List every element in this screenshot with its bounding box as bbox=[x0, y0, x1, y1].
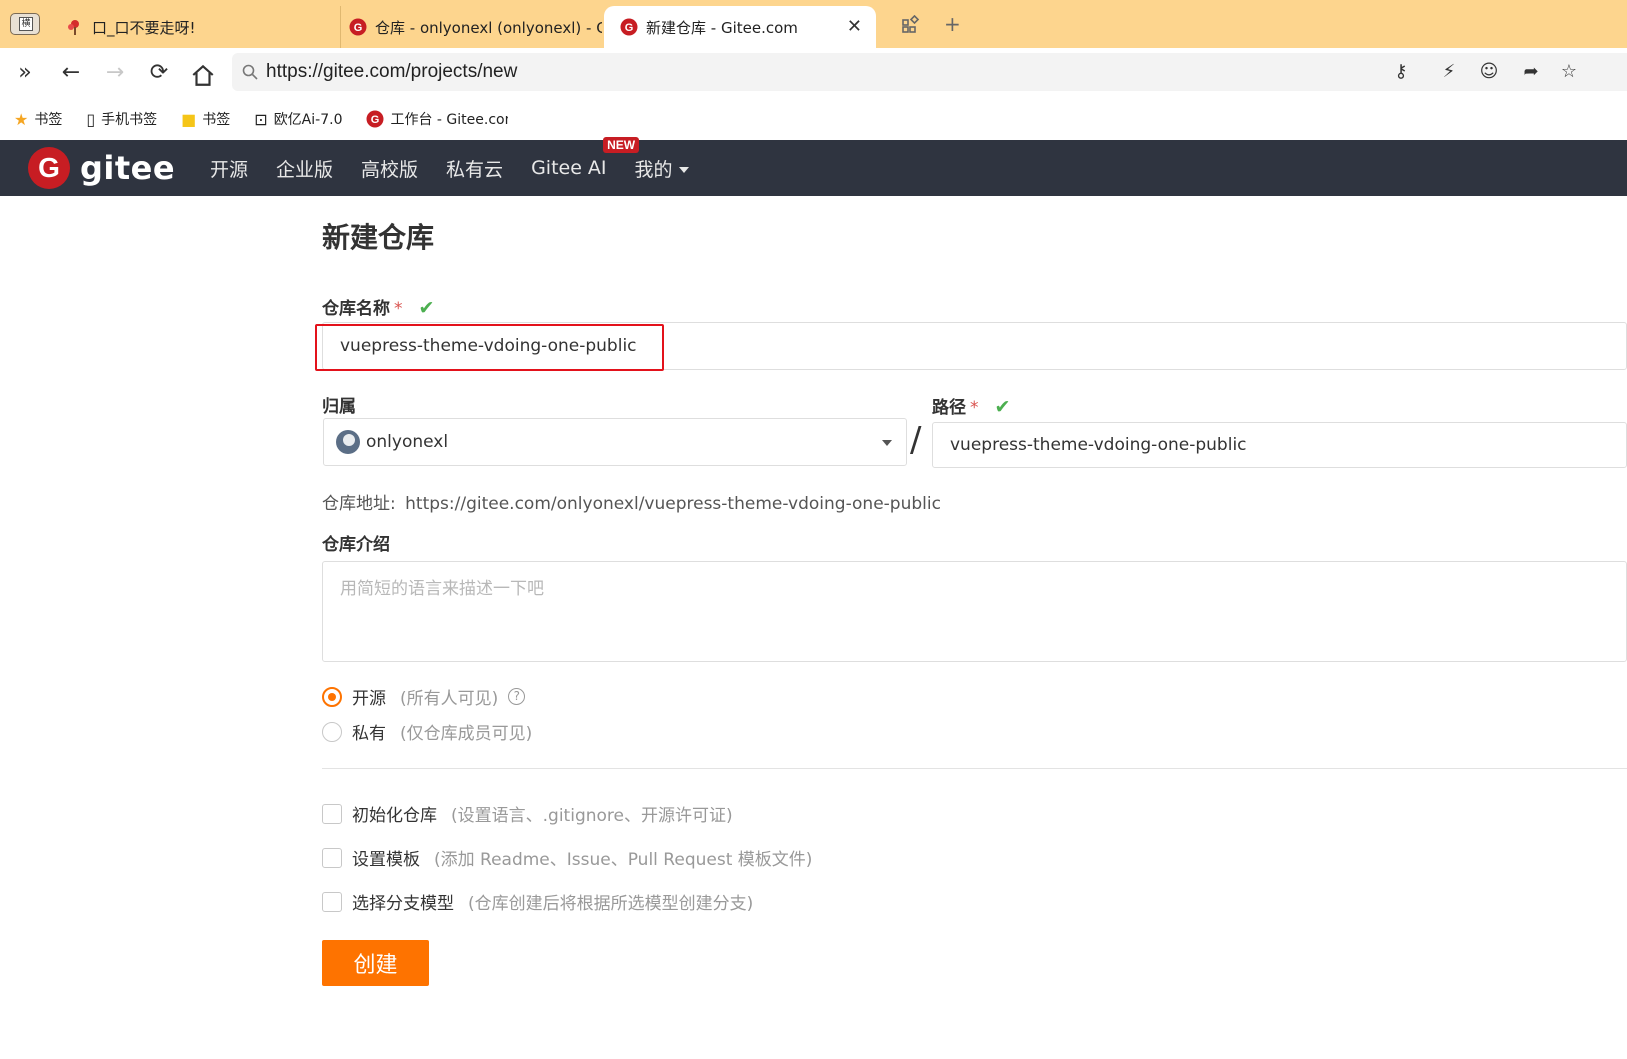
gitee-favicon-icon: G bbox=[620, 18, 638, 36]
check-icon: ✔ bbox=[994, 396, 1011, 418]
path-label: 路径 * ✔ bbox=[932, 396, 1011, 418]
key-icon[interactable]: ⚷ bbox=[1390, 61, 1412, 83]
extension-icon[interactable]: ☺ bbox=[1478, 61, 1500, 83]
star-icon[interactable]: ☆ bbox=[1558, 61, 1580, 83]
svg-text:G: G bbox=[354, 22, 363, 34]
share-icon[interactable]: ➦ bbox=[1520, 61, 1542, 83]
path-input[interactable]: vuepress-theme-vdoing-one-public bbox=[932, 422, 1627, 468]
owner-label: 归属 bbox=[322, 397, 356, 417]
sidebar-toggle-icon: 横 bbox=[19, 17, 33, 31]
gitee-favicon-icon: G bbox=[349, 18, 367, 36]
tab-title: 新建仓库 - Gitee.com bbox=[646, 18, 798, 37]
required-mark: * bbox=[394, 299, 403, 319]
help-icon[interactable]: ? bbox=[508, 688, 526, 705]
bookmark-item[interactable]: ⊡ 欧亿Ai-7.0 bbox=[254, 109, 342, 129]
gitee-logo-mark: G bbox=[28, 147, 70, 189]
visibility-private[interactable]: 私有 (仅仓库成员可见) bbox=[322, 719, 532, 744]
caret-down-icon bbox=[678, 167, 689, 173]
radio-private[interactable] bbox=[322, 721, 342, 742]
address-bar[interactable]: https://gitee.com/projects/new ⚷ ⚡ ☺ ➦ ☆ bbox=[232, 53, 1627, 91]
gitee-favicon-icon: G bbox=[366, 110, 384, 128]
nav-private-cloud[interactable]: 私有云 bbox=[446, 155, 503, 182]
radio-public[interactable] bbox=[322, 686, 342, 707]
required-mark: * bbox=[970, 398, 979, 418]
intro-textarea[interactable]: 用简短的语言来描述一下吧 bbox=[322, 561, 1627, 662]
bookmark-item[interactable]: G 工作台 - Gitee.com bbox=[366, 109, 508, 129]
bookmarks-bar: ★ 书签 ▯ 手机书签 ■ 书签 ⊡ 欧亿Ai-7.0 G 工作台 - Gite… bbox=[0, 98, 1627, 140]
sidebar-toggle-button[interactable]: 横 bbox=[10, 13, 40, 35]
checkbox-template[interactable] bbox=[322, 847, 342, 868]
flower-icon bbox=[68, 20, 79, 35]
browser-navbar: » ← → ⟳ https://gitee.com/projects/new ⚷… bbox=[0, 48, 1627, 98]
path-separator: / bbox=[910, 420, 922, 460]
reload-icon[interactable]: ⟳ bbox=[146, 60, 172, 86]
bot-icon: ⊡ bbox=[254, 109, 268, 129]
caret-down-icon bbox=[882, 440, 892, 446]
tab-title: 口_口不要走呀! bbox=[92, 18, 196, 37]
page-title: 新建仓库 bbox=[322, 221, 435, 254]
url-text[interactable]: https://gitee.com/projects/new bbox=[266, 61, 517, 83]
nav-mine[interactable]: 我的 bbox=[635, 155, 689, 182]
nav-education[interactable]: 高校版 bbox=[361, 155, 418, 182]
tab-groups-icon[interactable] bbox=[902, 15, 920, 33]
bookmark-folder[interactable]: ■ 书签 bbox=[181, 109, 230, 129]
check-icon: ✔ bbox=[418, 297, 435, 319]
intro-label: 仓库介绍 bbox=[322, 535, 390, 555]
repo-name-label: 仓库名称 * ✔ bbox=[322, 297, 435, 319]
tab-title: 仓库 - onlyonexl (onlyonexl) - Gitee.com bbox=[375, 18, 602, 37]
bookmark-item[interactable]: ▯ 手机书签 bbox=[86, 109, 157, 129]
nav-open-source[interactable]: 开源 bbox=[210, 155, 248, 182]
repo-name-input[interactable]: vuepress-theme-vdoing-one-public bbox=[322, 322, 1627, 370]
back-arrow-icon[interactable]: ← bbox=[58, 60, 84, 86]
avatar bbox=[336, 430, 360, 454]
gitee-header: G gitee 开源 企业版 高校版 私有云 Gitee AI NEW 我的 bbox=[0, 137, 1627, 196]
bookmark-item[interactable]: ★ 书签 bbox=[14, 109, 62, 129]
tab-3-active[interactable]: G 新建仓库 - Gitee.com ✕ bbox=[604, 6, 876, 48]
home-icon[interactable] bbox=[190, 62, 216, 88]
nav-enterprise[interactable]: 企业版 bbox=[276, 155, 333, 182]
double-chevron-icon[interactable]: » bbox=[12, 60, 38, 86]
divider bbox=[322, 768, 1627, 769]
option-branch-model[interactable]: 选择分支模型 (仓库创建后将根据所选模型创建分支) bbox=[322, 889, 753, 914]
close-tab-icon[interactable]: ✕ bbox=[847, 16, 862, 37]
gitee-logo-text: gitee bbox=[80, 149, 176, 187]
option-init-repo[interactable]: 初始化仓库 (设置语言、.gitignore、开源许可证) bbox=[322, 801, 733, 826]
checkbox-branch-model[interactable] bbox=[322, 891, 342, 912]
svg-text:G: G bbox=[625, 22, 634, 34]
search-icon bbox=[242, 64, 258, 80]
lightning-icon[interactable]: ⚡ bbox=[1438, 61, 1460, 83]
new-tab-button[interactable]: + bbox=[944, 12, 961, 36]
tab-1[interactable]: 口_口不要走呀! bbox=[60, 6, 332, 48]
main-nav: 开源 企业版 高校版 私有云 Gitee AI NEW 我的 bbox=[210, 137, 717, 196]
repo-url: 仓库地址: https://gitee.com/onlyonexl/vuepre… bbox=[322, 494, 941, 514]
option-template[interactable]: 设置模板 (添加 Readme、Issue、Pull Request 模板文件) bbox=[322, 845, 812, 870]
visibility-public[interactable]: 开源 (所有人可见) ? bbox=[322, 684, 526, 709]
forward-arrow-icon[interactable]: → bbox=[102, 60, 128, 86]
phone-icon: ▯ bbox=[86, 109, 96, 129]
browser-tabstrip: 横 口_口不要走呀! G 仓库 - onlyonexl (onlyonexl) … bbox=[0, 0, 1627, 48]
nav-gitee-ai[interactable]: Gitee AI NEW bbox=[531, 137, 640, 179]
create-button[interactable]: 创建 bbox=[322, 940, 429, 986]
svg-text:G: G bbox=[371, 114, 380, 126]
folder-icon: ■ bbox=[181, 109, 197, 129]
tab-2[interactable]: G 仓库 - onlyonexl (onlyonexl) - Gitee.com bbox=[340, 6, 602, 48]
checkbox-init-repo[interactable] bbox=[322, 803, 342, 824]
star-icon: ★ bbox=[14, 109, 29, 129]
owner-select[interactable]: onlyonexl bbox=[323, 418, 907, 466]
new-badge: NEW bbox=[603, 137, 640, 153]
gitee-logo[interactable]: G gitee bbox=[28, 147, 175, 189]
